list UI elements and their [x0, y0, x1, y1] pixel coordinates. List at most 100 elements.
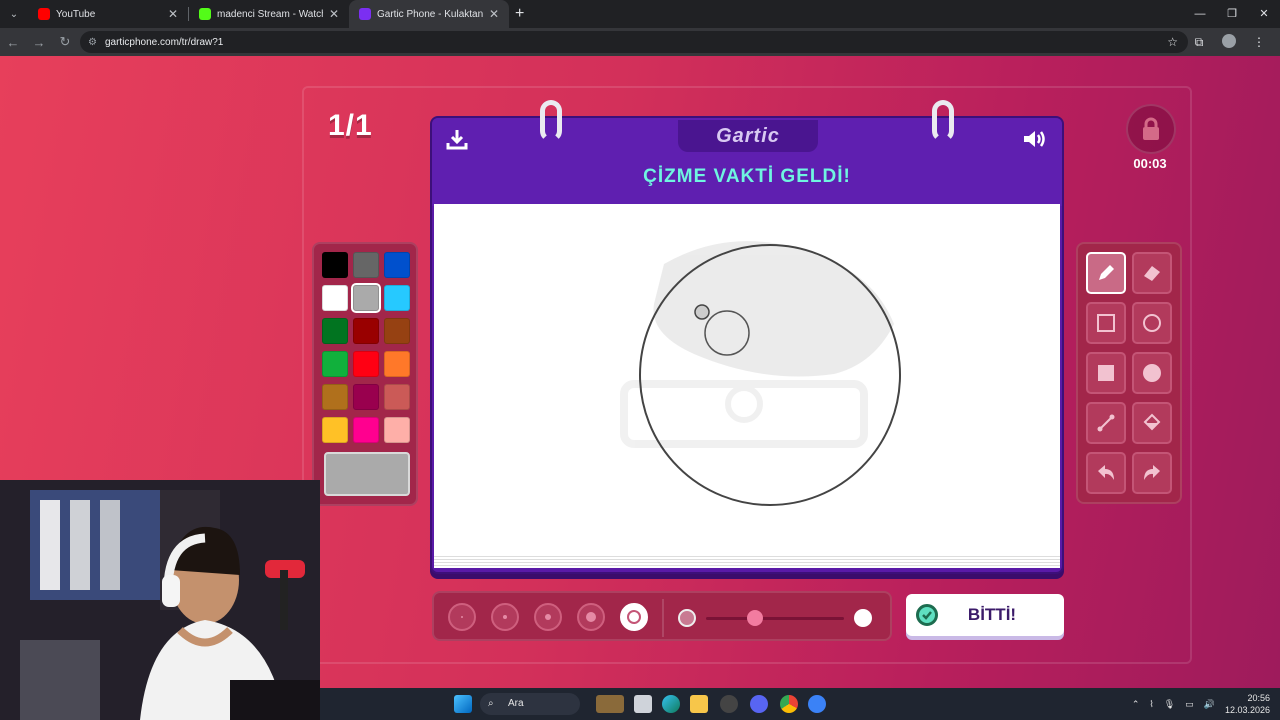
network-icon[interactable]: ⌇ — [1149, 699, 1153, 710]
clock[interactable]: 20:56 12.03.2026 — [1225, 692, 1270, 716]
canvas-drawing — [620, 241, 901, 506]
opacity-slider[interactable] — [706, 617, 844, 620]
notebook-ring-left — [540, 100, 562, 142]
color-palette — [312, 242, 418, 506]
redo-tool[interactable] — [1132, 452, 1172, 494]
fill-bucket-tool[interactable] — [1132, 402, 1172, 444]
app-icon-2[interactable] — [808, 695, 826, 713]
color-swatch[interactable] — [353, 417, 379, 443]
close-tab-icon[interactable]: ✕ — [489, 7, 499, 21]
color-swatch[interactable] — [384, 384, 410, 410]
eraser-icon — [1144, 266, 1160, 281]
gartic-icon — [359, 8, 371, 20]
gartic-logo: Gartic — [678, 120, 818, 152]
microphone-icon[interactable]: 🎙 — [1164, 699, 1175, 710]
color-swatch[interactable] — [322, 285, 348, 311]
minimize-icon[interactable]: — — [1184, 0, 1216, 28]
color-swatch[interactable] — [353, 318, 379, 344]
new-tab-button[interactable]: + — [515, 5, 524, 23]
widgets-icon[interactable] — [596, 695, 624, 713]
color-swatch[interactable] — [384, 285, 410, 311]
file-explorer-icon[interactable] — [690, 695, 708, 713]
opacity-slider-handle[interactable] — [747, 610, 763, 626]
rectangle-fill-tool[interactable] — [1086, 352, 1126, 394]
close-tab-icon[interactable]: ✕ — [329, 7, 339, 21]
tab-youtube[interactable]: YouTube ✕ — [28, 0, 188, 28]
tab-title: YouTube — [56, 8, 96, 20]
speaker-icon[interactable] — [1022, 128, 1048, 155]
color-swatch[interactable] — [322, 252, 348, 278]
color-swatch[interactable] — [353, 384, 379, 410]
restore-icon[interactable]: ❐ — [1216, 0, 1248, 28]
volume-icon[interactable]: 🔊 — [1204, 699, 1215, 710]
color-swatch[interactable] — [322, 351, 348, 377]
color-swatch[interactable] — [384, 417, 410, 443]
brush-size-2[interactable] — [491, 603, 519, 631]
opacity-high-icon — [854, 609, 872, 627]
current-color-preview — [324, 452, 410, 496]
bookmark-star-icon[interactable]: ☆ — [1167, 35, 1178, 49]
task-view-icon[interactable] — [634, 695, 652, 713]
color-swatch[interactable] — [384, 318, 410, 344]
color-swatch[interactable] — [353, 351, 379, 377]
bucket-icon — [1143, 413, 1161, 431]
tab-search-button[interactable]: ⌄ — [0, 0, 28, 28]
forward-icon[interactable]: → — [26, 35, 52, 50]
done-button[interactable]: BİTTİ! — [906, 594, 1064, 636]
taskbar-search[interactable]: ⌕ Ara — [480, 693, 580, 715]
tool-panel — [1076, 242, 1182, 504]
edge-icon[interactable] — [662, 695, 680, 713]
discord-icon[interactable] — [750, 695, 768, 713]
brush-size-5[interactable] — [620, 603, 648, 631]
color-swatch[interactable] — [351, 283, 381, 313]
address-bar[interactable]: ⚙ garticphone.com/tr/draw?1 ☆ — [80, 31, 1188, 53]
app-icon[interactable] — [720, 695, 738, 713]
site-info-icon[interactable]: ⚙ — [88, 37, 97, 48]
divider — [662, 599, 664, 637]
chrome-icon[interactable] — [780, 695, 798, 713]
rectangle-outline-tool[interactable] — [1086, 302, 1126, 344]
undo-tool[interactable] — [1086, 452, 1126, 494]
color-swatch[interactable] — [353, 252, 379, 278]
clock-date: 12.03.2026 — [1224, 705, 1270, 715]
circle-outline-tool[interactable] — [1132, 302, 1172, 344]
youtube-icon — [38, 8, 50, 20]
reload-icon[interactable]: ↻ — [52, 34, 78, 50]
color-swatch[interactable] — [322, 318, 348, 344]
notebook-header: Gartic ÇİZME VAKTİ GELDİ! — [432, 118, 1062, 206]
browser-toolbar: ← → ↻ ⚙ garticphone.com/tr/draw?1 ☆ ⧉ ⋮ — [0, 28, 1280, 56]
display-icon[interactable]: ▭ — [1185, 699, 1194, 710]
square-outline-icon — [1097, 314, 1115, 332]
clock-time: 20:56 — [1247, 693, 1270, 703]
notebook-pages-edge — [434, 554, 1060, 568]
pencil-tool[interactable] — [1086, 252, 1126, 294]
lock-button[interactable] — [1126, 104, 1176, 154]
brush-size-4[interactable] — [577, 603, 605, 631]
start-icon[interactable] — [454, 695, 472, 713]
tab-madenci-stream[interactable]: madenci Stream - Watch Live o ✕ — [189, 0, 349, 28]
tray-overflow-icon[interactable]: ⌃ — [1132, 699, 1140, 710]
opacity-low-icon — [678, 609, 696, 627]
drawing-canvas[interactable] — [434, 204, 1060, 554]
color-swatch[interactable] — [322, 384, 348, 410]
extensions-icon[interactable]: ⧉ — [1184, 35, 1214, 50]
brush-size-1[interactable] — [448, 603, 476, 631]
profile-avatar[interactable] — [1214, 33, 1244, 51]
line-tool[interactable] — [1086, 402, 1126, 444]
eraser-tool[interactable] — [1132, 252, 1172, 294]
brush-size-3[interactable] — [534, 603, 562, 631]
checkmark-icon — [916, 604, 938, 626]
circle-fill-tool[interactable] — [1132, 352, 1172, 394]
download-icon[interactable] — [446, 128, 468, 155]
timer: 00:03 — [1133, 156, 1167, 171]
color-swatch[interactable] — [322, 417, 348, 443]
color-swatch[interactable] — [384, 351, 410, 377]
back-icon[interactable]: ← — [0, 35, 26, 50]
menu-icon[interactable]: ⋮ — [1244, 35, 1274, 49]
close-window-icon[interactable]: ✕ — [1248, 0, 1280, 28]
brush-size-bar — [432, 591, 892, 641]
brush-cursor — [694, 304, 710, 320]
close-tab-icon[interactable]: ✕ — [168, 7, 178, 21]
tab-gartic-phone[interactable]: Gartic Phone - Kulaktan Kulağa ✕ — [349, 0, 509, 28]
color-swatch[interactable] — [384, 252, 410, 278]
